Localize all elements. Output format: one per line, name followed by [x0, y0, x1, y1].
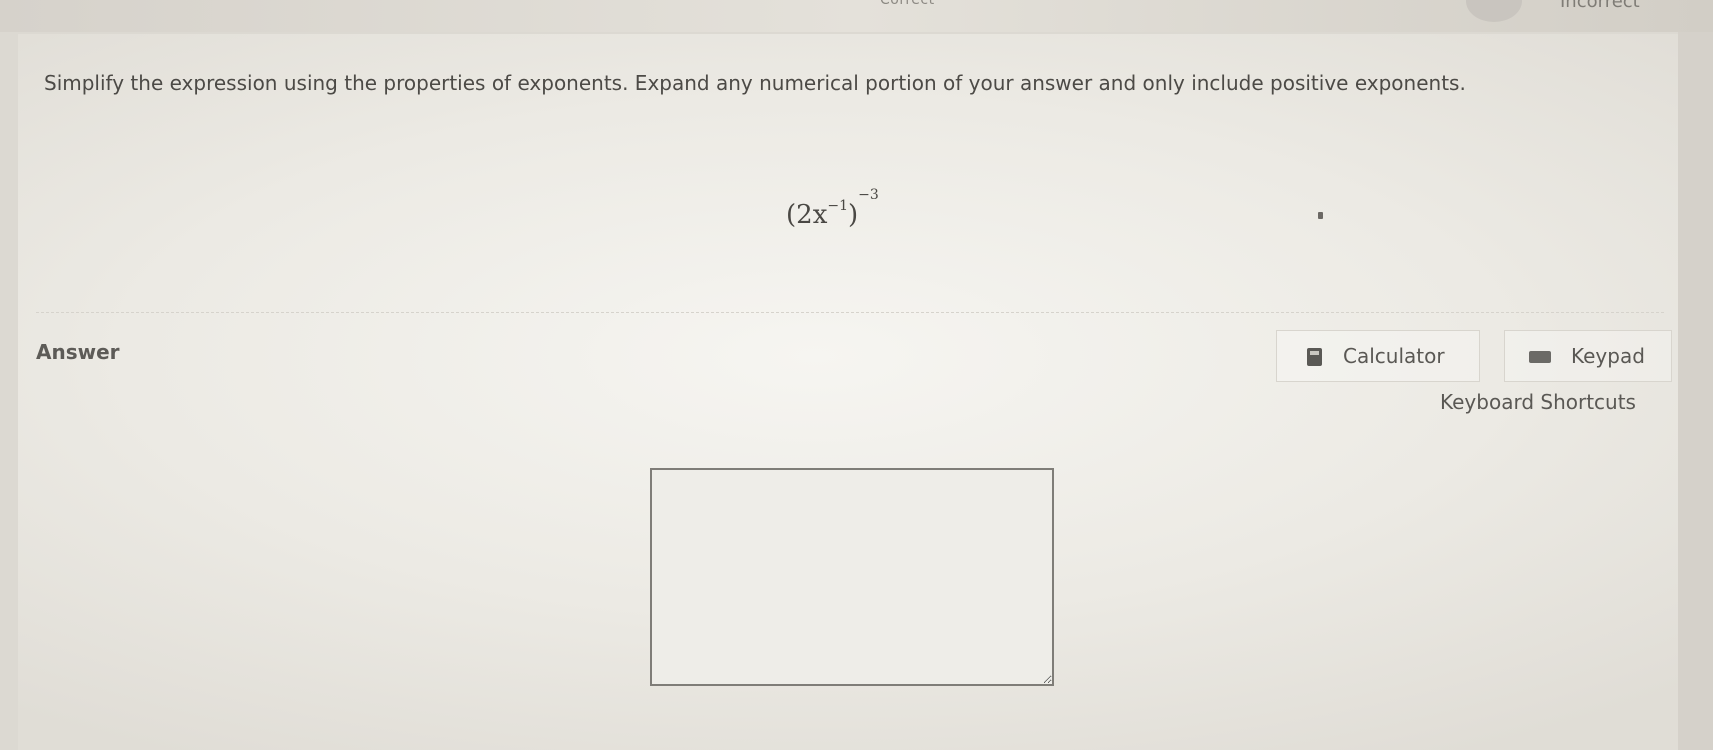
expression-inner-exponent: −1	[827, 198, 849, 214]
question-card: Simplify the expression using the proper…	[18, 34, 1678, 750]
question-prompt: Simplify the expression using the proper…	[44, 71, 1466, 95]
right-edge-shade	[1678, 32, 1713, 750]
status-incorrect-label: Incorrect	[1560, 0, 1640, 12]
keypad-icon	[1529, 351, 1551, 363]
answer-label: Answer	[36, 340, 120, 364]
expression-open-paren: (	[786, 200, 797, 230]
math-expression: (2x−1)−3	[786, 187, 879, 230]
status-bar: Correct Incorrect	[0, 0, 1713, 32]
status-indicator-icon	[1466, 0, 1522, 22]
keypad-label: Keypad	[1571, 344, 1645, 368]
keyboard-shortcuts-link[interactable]: Keyboard Shortcuts	[1440, 390, 1636, 414]
calculator-icon	[1307, 348, 1322, 366]
keypad-button[interactable]: Keypad	[1504, 330, 1672, 382]
calculator-button[interactable]: Calculator	[1276, 330, 1480, 382]
section-divider	[36, 312, 1664, 313]
status-correct-label: Correct	[880, 0, 935, 8]
cursor-mark	[1318, 212, 1323, 219]
expression-outer-exponent: −3	[858, 187, 879, 203]
calculator-label: Calculator	[1343, 344, 1445, 368]
expression-close-paren: )	[848, 200, 859, 230]
expression-base: 2x	[796, 200, 828, 230]
answer-input[interactable]	[650, 468, 1054, 686]
